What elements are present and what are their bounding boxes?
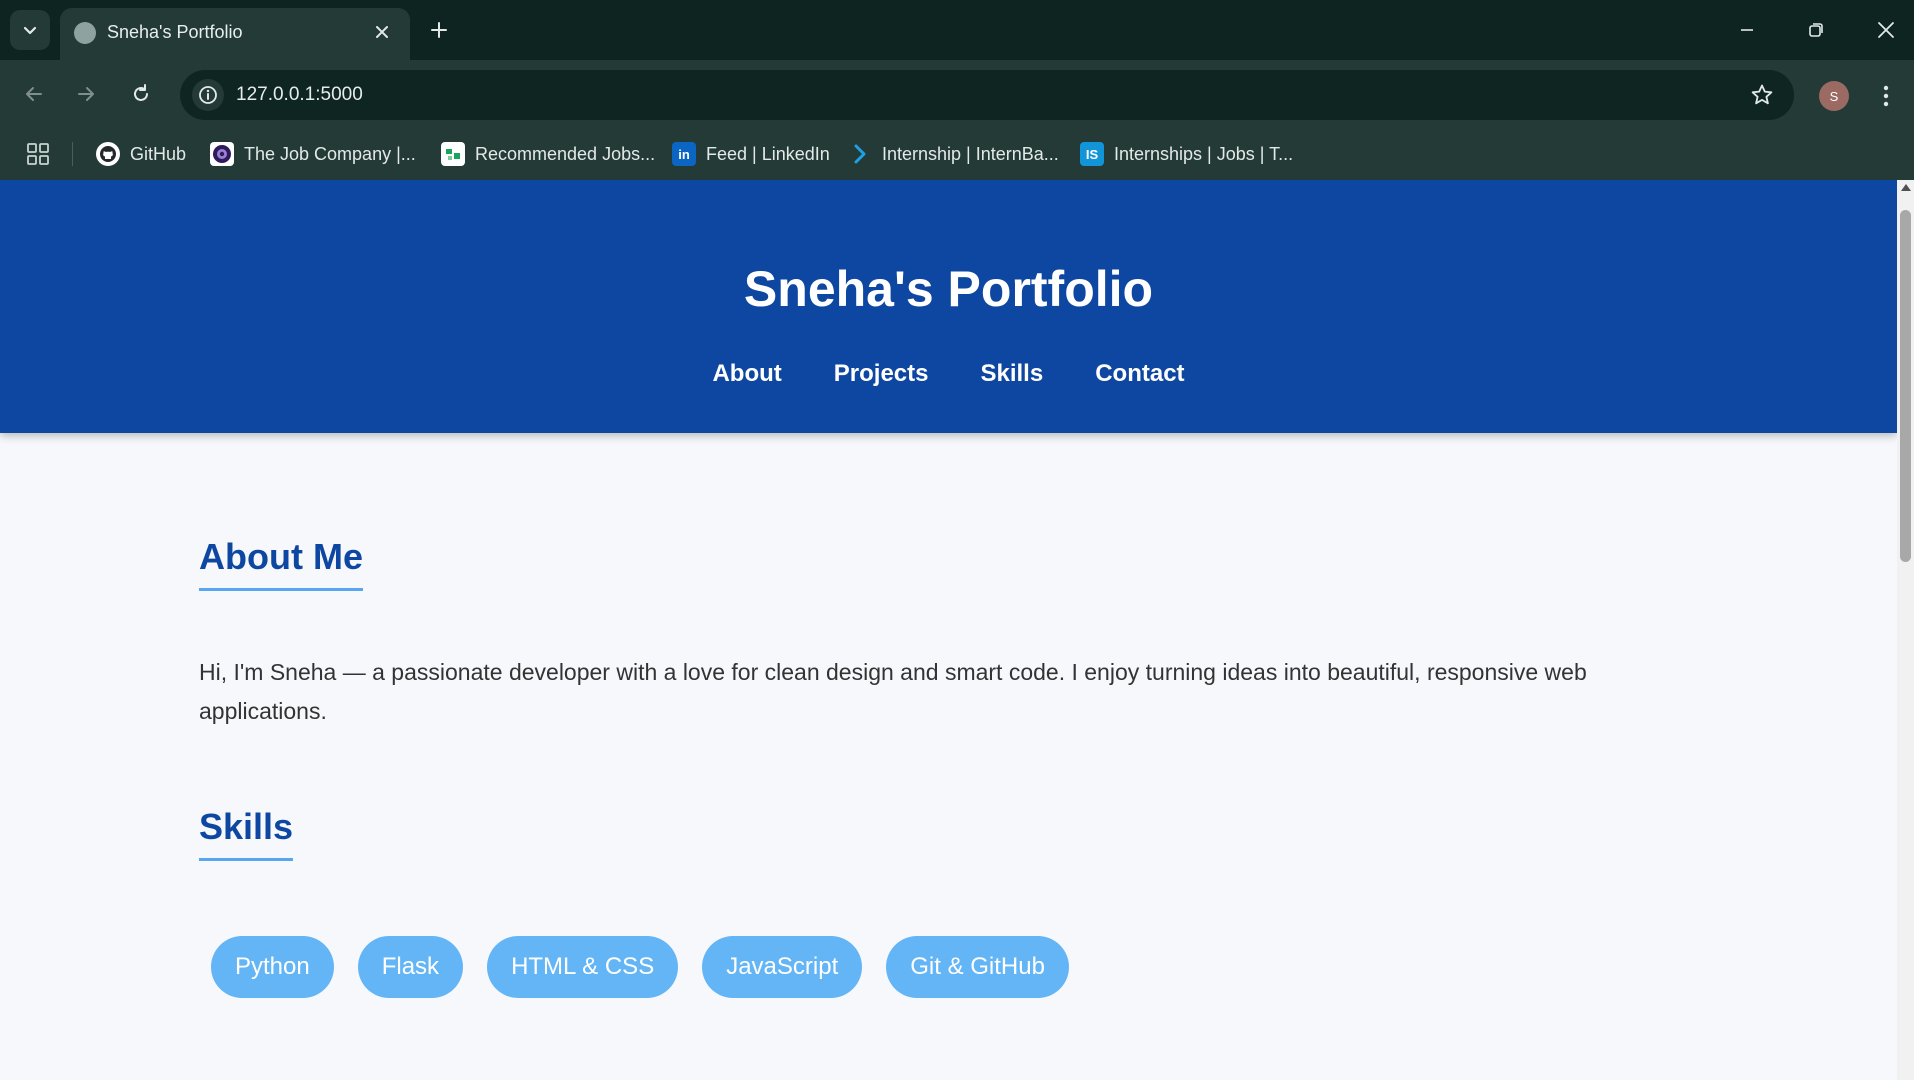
info-icon — [199, 86, 217, 104]
back-button[interactable] — [14, 74, 54, 114]
tab-close-button[interactable] — [370, 20, 394, 44]
nav-link-contact[interactable]: Contact — [1095, 360, 1184, 388]
forward-button[interactable] — [66, 74, 106, 114]
bookmark-label: Internships | Jobs | T... — [1114, 143, 1294, 164]
recommended-jobs-icon — [441, 142, 465, 166]
vertical-scrollbar[interactable] — [1897, 180, 1914, 1080]
bookmark-label: GitHub — [130, 143, 187, 164]
skill-tag: JavaScript — [702, 936, 863, 998]
scrollbar-thumb[interactable] — [1900, 210, 1911, 562]
url-text[interactable]: 127.0.0.1:5000 — [236, 84, 363, 106]
github-icon — [96, 142, 120, 166]
apps-grid-icon[interactable] — [26, 142, 50, 166]
skills-list: Python Flask HTML & CSS JavaScript Git &… — [211, 936, 1069, 998]
site-title: Sneha's Portfolio — [743, 261, 1154, 317]
browser-menu-button[interactable] — [1872, 78, 1900, 114]
nav-link-projects[interactable]: Projects — [834, 360, 929, 388]
scroll-up-arrow-icon[interactable] — [1901, 184, 1911, 191]
minimize-button[interactable] — [1723, 10, 1771, 50]
skill-tag: Python — [211, 936, 334, 998]
bookmark-star-button[interactable] — [1748, 81, 1776, 109]
skill-tag: HTML & CSS — [487, 936, 679, 998]
tab-title: Sneha's Portfolio — [107, 22, 243, 42]
bookmark-label: Feed | LinkedIn — [706, 143, 830, 164]
close-window-button[interactable] — [1862, 10, 1910, 50]
bookmark-linkedin[interactable]: in Feed | LinkedIn — [672, 141, 830, 167]
page-viewport: Sneha's Portfolio About Projects Skills … — [0, 180, 1897, 1080]
bookmarks-bar: GitHub The Job Company |... Recommended … — [0, 128, 1914, 180]
job-company-icon — [210, 142, 234, 166]
skills-heading: Skills — [199, 806, 294, 861]
nav-link-skills[interactable]: Skills — [980, 360, 1043, 388]
site-nav: About Projects Skills Contact — [0, 360, 1897, 388]
bookmark-internbazaar[interactable]: Internship | InternBa... — [848, 141, 1059, 167]
internshala-icon: IS — [1080, 142, 1104, 166]
address-bar[interactable]: 127.0.0.1:5000 — [180, 70, 1794, 120]
skill-tag: Git & GitHub — [886, 936, 1069, 998]
globe-icon — [74, 22, 96, 44]
bookmark-internshala[interactable]: IS Internships | Jobs | T... — [1080, 141, 1293, 167]
close-icon — [1878, 22, 1894, 38]
about-heading: About Me — [199, 536, 363, 591]
linkedin-icon: in — [672, 142, 696, 166]
minimize-icon — [1741, 29, 1753, 31]
more-vertical-icon — [1883, 85, 1889, 107]
bookmark-github[interactable]: GitHub — [96, 141, 186, 167]
bookmark-job-company[interactable]: The Job Company |... — [210, 141, 416, 167]
plus-icon — [431, 22, 447, 38]
reload-icon — [134, 84, 148, 101]
nav-link-about[interactable]: About — [712, 360, 781, 388]
internbazaar-icon — [848, 142, 872, 166]
browser-tab[interactable]: Sneha's Portfolio — [60, 8, 410, 60]
bookmark-label: Internship | InternBa... — [882, 143, 1059, 164]
skill-tag: Flask — [357, 936, 464, 998]
bookmark-recommended-jobs[interactable]: Recommended Jobs... — [441, 141, 655, 167]
site-info-button[interactable] — [192, 79, 224, 111]
star-icon — [1751, 84, 1773, 105]
profile-avatar[interactable]: S — [1819, 81, 1849, 111]
chevron-down-icon — [23, 26, 37, 35]
arrow-right-icon — [78, 87, 94, 101]
about-text: Hi, I'm Sneha — a passionate developer w… — [199, 659, 1587, 724]
browser-toolbar: 127.0.0.1:5000 S — [0, 60, 1914, 128]
site-header: Sneha's Portfolio About Projects Skills … — [0, 180, 1897, 433]
tab-search-button[interactable] — [10, 10, 50, 50]
browser-tabstrip: Sneha's Portfolio — [0, 0, 1914, 60]
restore-icon — [1809, 23, 1823, 37]
close-icon — [376, 26, 388, 38]
reload-button[interactable] — [121, 74, 161, 114]
bookmark-label: The Job Company |... — [244, 143, 416, 164]
restore-button[interactable] — [1792, 10, 1840, 50]
bookmark-label: Recommended Jobs... — [475, 143, 656, 164]
bookmarks-separator — [72, 142, 73, 166]
new-tab-button[interactable] — [425, 16, 453, 44]
arrow-left-icon — [26, 87, 42, 101]
